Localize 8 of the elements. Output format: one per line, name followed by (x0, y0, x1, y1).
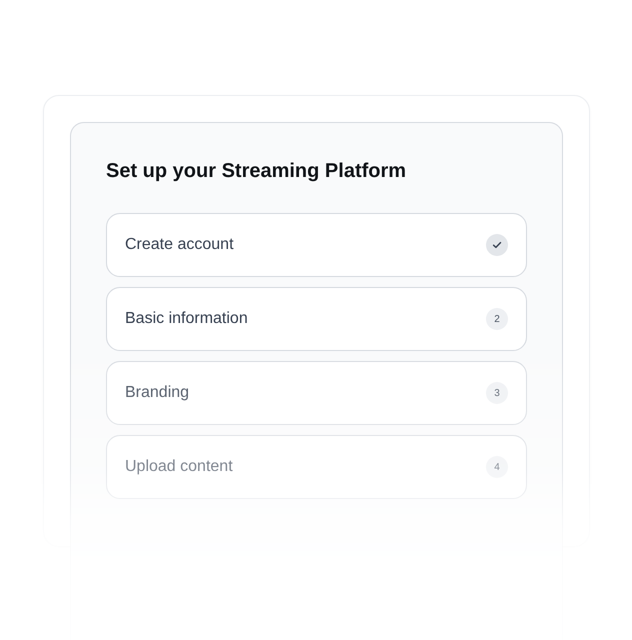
step-item[interactable]: Branding 3 (106, 361, 527, 425)
step-item[interactable]: Upload content 4 (106, 435, 527, 499)
step-item[interactable]: Basic information 2 (106, 287, 527, 351)
step-number: 2 (486, 308, 508, 330)
panel-title: Set up your Streaming Platform (106, 159, 406, 184)
step-item[interactable]: Create account (106, 213, 527, 277)
step-number: 3 (486, 382, 508, 404)
step-number: 4 (486, 456, 508, 478)
